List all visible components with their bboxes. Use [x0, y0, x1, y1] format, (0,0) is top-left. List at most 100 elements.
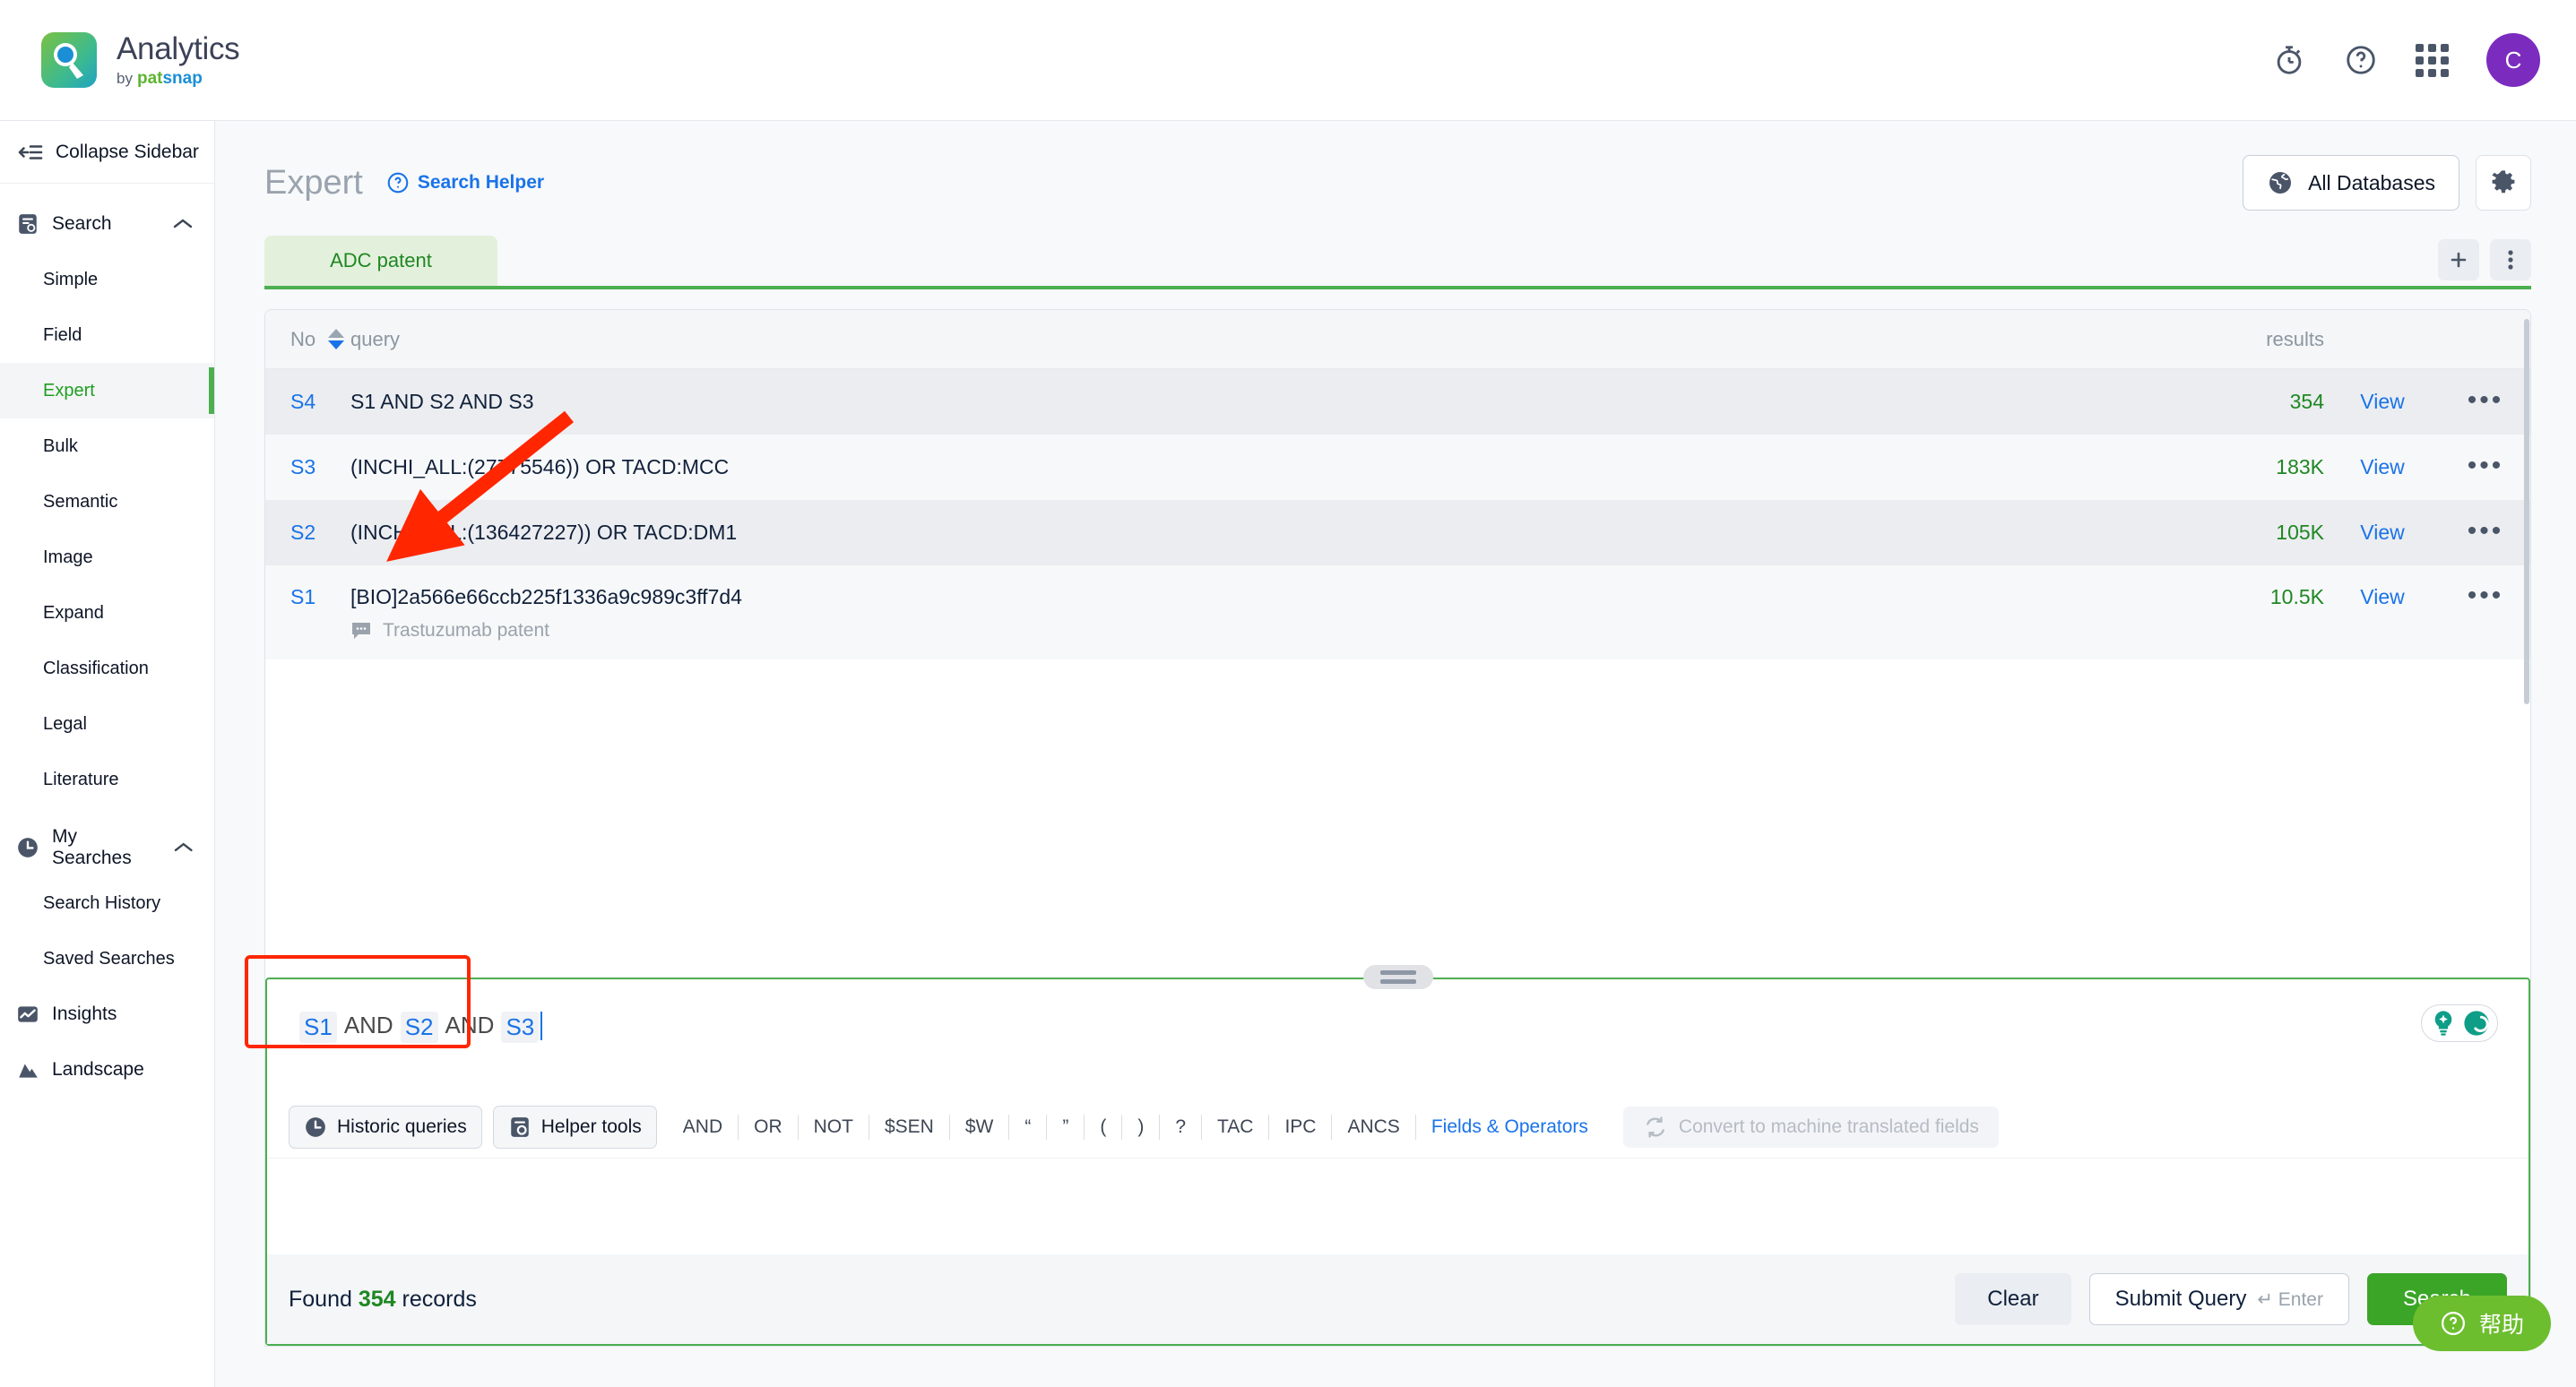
- sidebar-item-semantic[interactable]: Semantic: [0, 474, 214, 530]
- found-suffix: records: [402, 1286, 477, 1312]
- sidebar-label-expand: Expand: [43, 602, 104, 623]
- tab-more-button[interactable]: [2490, 239, 2531, 280]
- row-no[interactable]: S3: [265, 455, 350, 479]
- ai-assist-toggle[interactable]: [2421, 1004, 2498, 1042]
- row-more-button[interactable]: •••: [2468, 451, 2504, 480]
- row-query-note: Trastuzumab patent: [350, 620, 2217, 642]
- query-token-chip[interactable]: S3: [501, 1012, 540, 1043]
- sort-toggle-icon[interactable]: [328, 329, 345, 349]
- sidebar-item-search-history[interactable]: Search History: [0, 875, 214, 931]
- query-token-chip[interactable]: S1: [299, 1012, 337, 1043]
- tab-label: ADC patent: [330, 249, 432, 271]
- chevron-up-icon[interactable]: [171, 217, 194, 231]
- scrollbar-thumb[interactable]: [2524, 319, 2529, 704]
- top-bar: Analytics by pat snap C: [0, 0, 2576, 121]
- row-view-link[interactable]: View: [2324, 521, 2441, 545]
- convert-machine-fields-button[interactable]: Convert to machine translated fields: [1622, 1106, 1999, 1148]
- operator-ancs[interactable]: ANCS: [1332, 1114, 1416, 1140]
- operator-open-paren[interactable]: (: [1085, 1114, 1123, 1140]
- help-floating-label: 帮助: [2478, 1313, 2524, 1338]
- app-logo[interactable]: Analytics by pat snap: [41, 31, 240, 88]
- sidebar-item-simple[interactable]: Simple: [0, 252, 214, 307]
- apps-grid-icon[interactable]: [2416, 43, 2449, 77]
- fields-and-operators-link[interactable]: Fields & Operators: [1416, 1115, 1604, 1140]
- row-more-button[interactable]: •••: [2468, 516, 2504, 546]
- operator-tac[interactable]: TAC: [1202, 1114, 1270, 1140]
- row-query: (INCHI_ALL:(27775546)) OR TACD:MCC: [350, 455, 730, 478]
- sidebar-item-landscape[interactable]: Landscape: [0, 1042, 214, 1098]
- tab-adc-patent[interactable]: ADC patent: [264, 236, 497, 286]
- sidebar-label-saved-searches: Saved Searches: [43, 948, 175, 969]
- stopwatch-icon[interactable]: [2272, 43, 2306, 77]
- page-title: Expert: [264, 163, 363, 202]
- query-tab-bar: ADC patent: [264, 236, 2531, 289]
- query-editor-area: S1 AND S2 AND S3 Historic queries Helper…: [265, 965, 2530, 1346]
- row-view-link[interactable]: View: [2324, 390, 2441, 414]
- row-no[interactable]: S4: [265, 390, 350, 414]
- main-content: Expert Search Helper All Databases ADC p…: [215, 121, 2576, 1387]
- clear-button[interactable]: Clear: [1955, 1273, 2071, 1325]
- row-results: 354: [2289, 390, 2324, 413]
- sidebar-item-saved-searches[interactable]: Saved Searches: [0, 931, 214, 986]
- sidebar-item-field[interactable]: Field: [0, 307, 214, 363]
- table-row[interactable]: S3 (INCHI_ALL:(27775546)) OR TACD:MCC 18…: [265, 435, 2530, 500]
- chevron-up-icon[interactable]: [172, 840, 194, 855]
- operator-close-quote[interactable]: ”: [1047, 1114, 1085, 1140]
- sidebar-item-expand[interactable]: Expand: [0, 585, 214, 641]
- operator-close-paren[interactable]: ): [1122, 1114, 1161, 1140]
- row-view-link[interactable]: View: [2324, 585, 2441, 609]
- all-databases-button[interactable]: All Databases: [2243, 155, 2459, 211]
- add-tab-button[interactable]: [2438, 239, 2479, 280]
- operator-ipc[interactable]: IPC: [1269, 1114, 1333, 1140]
- query-token-chip[interactable]: S2: [400, 1012, 438, 1043]
- help-circle-icon[interactable]: [2344, 43, 2378, 77]
- historic-queries-button[interactable]: Historic queries: [289, 1105, 482, 1149]
- sidebar-item-search[interactable]: Search: [0, 196, 214, 252]
- row-results: 183K: [2276, 455, 2324, 478]
- chart-icon: [18, 1006, 38, 1022]
- query-toolbar: Historic queries Helper tools AND OR NOT…: [267, 1096, 2528, 1159]
- query-history-panel: No query results S4 S1 AND S2 AND S3 354…: [264, 309, 2531, 1347]
- collapse-sidebar-button[interactable]: Collapse Sidebar: [0, 121, 214, 184]
- helper-tools-button[interactable]: Helper tools: [492, 1105, 657, 1149]
- table-row[interactable]: S2 (INCHI_ALL:(136427227)) OR TACD:DM1 1…: [265, 500, 2530, 565]
- avatar[interactable]: C: [2486, 33, 2540, 87]
- operator-and[interactable]: AND: [668, 1114, 739, 1140]
- row-no[interactable]: S2: [265, 521, 350, 545]
- operator-open-quote[interactable]: “: [1009, 1114, 1048, 1140]
- settings-button[interactable]: [2476, 155, 2531, 211]
- operator-sen[interactable]: $SEN: [869, 1114, 950, 1140]
- sidebar-item-expert[interactable]: Expert: [0, 363, 214, 418]
- sidebar-item-my-searches[interactable]: My Searches: [0, 820, 214, 875]
- sidebar-item-legal[interactable]: Legal: [0, 696, 214, 752]
- sidebar-label-bulk: Bulk: [43, 435, 78, 456]
- logo-title: Analytics: [117, 31, 240, 66]
- row-more-button[interactable]: •••: [2468, 385, 2504, 415]
- sidebar-item-image[interactable]: Image: [0, 530, 214, 585]
- submit-query-button[interactable]: Submit Query ↵ Enter: [2088, 1273, 2349, 1325]
- operator-or[interactable]: OR: [739, 1114, 799, 1140]
- sidebar-item-bulk[interactable]: Bulk: [0, 418, 214, 474]
- sidebar-item-insights[interactable]: Insights: [0, 986, 214, 1042]
- row-view-link[interactable]: View: [2324, 455, 2441, 479]
- help-floating-button[interactable]: 帮助: [2412, 1296, 2551, 1351]
- lightbulb-sparkle-icon[interactable]: [2428, 1008, 2459, 1038]
- row-query-cell: [BIO]2a566e66ccb225f1336a9c989c3ff7d4 Tr…: [350, 585, 2217, 642]
- search-helper-link[interactable]: Search Helper: [386, 171, 544, 194]
- sidebar-item-literature[interactable]: Literature: [0, 752, 214, 807]
- row-no[interactable]: S1: [265, 585, 350, 609]
- ai-assist-icon[interactable]: [2461, 1008, 2492, 1038]
- operator-question[interactable]: ?: [1160, 1114, 1202, 1140]
- table-row[interactable]: S1 [BIO]2a566e66ccb225f1336a9c989c3ff7d4…: [265, 565, 2530, 659]
- sidebar-label-expert: Expert: [43, 380, 95, 401]
- query-token-operator: AND: [445, 1012, 495, 1038]
- editor-resize-handle[interactable]: [1362, 965, 1433, 989]
- clock-icon: [18, 838, 38, 857]
- row-more-button[interactable]: •••: [2468, 581, 2504, 610]
- operator-w[interactable]: $W: [950, 1114, 1010, 1140]
- sidebar-item-classification[interactable]: Classification: [0, 641, 214, 696]
- query-input[interactable]: S1 AND S2 AND S3: [267, 979, 2528, 1096]
- operator-not[interactable]: NOT: [799, 1114, 869, 1140]
- table-row[interactable]: S4 S1 AND S2 AND S3 354 View •••: [265, 369, 2530, 435]
- globe-icon: [2269, 172, 2292, 194]
